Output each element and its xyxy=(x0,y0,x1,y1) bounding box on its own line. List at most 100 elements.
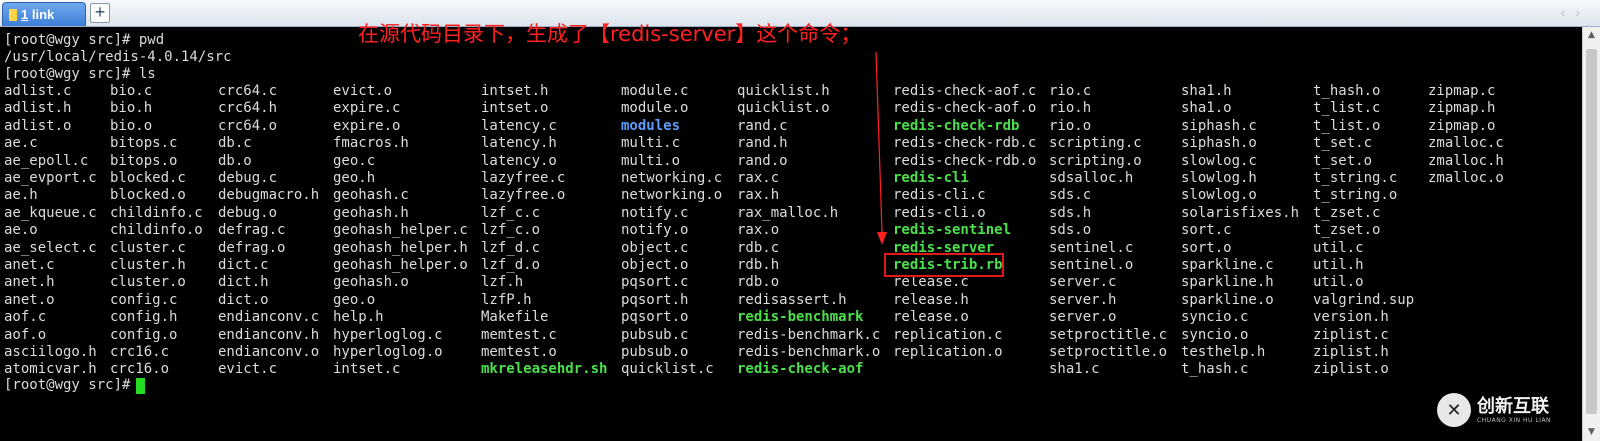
scroll-up-icon[interactable]: ▲ xyxy=(1583,27,1600,44)
ls-entry: redis-benchmark.o xyxy=(737,344,881,360)
ls-entry: object.c xyxy=(621,239,689,256)
ls-entry: anet.h xyxy=(4,274,55,291)
tab-scroll-arrows-icon[interactable]: ‹› xyxy=(1561,4,1590,20)
scroll-thumb[interactable] xyxy=(1586,49,1597,414)
ls-entry: redisassert.h xyxy=(737,291,847,308)
ls-entry: slowlog.h xyxy=(1181,170,1257,186)
ls-entry: module.c xyxy=(621,83,689,99)
ls-entry: rio.o xyxy=(1049,117,1092,134)
ls-entry: zipmap.o xyxy=(1428,117,1496,134)
ls-entry: sha1.c xyxy=(1049,361,1100,378)
ls-entry: aof.o xyxy=(4,326,47,343)
ls-entry: crc64.c xyxy=(218,83,278,99)
ls-entry: ae.o xyxy=(4,222,38,239)
terminal-line: [root@wgy src]# pwd xyxy=(4,32,165,48)
terminal-prompt: [root@wgy src]# xyxy=(4,377,139,393)
ls-entry: sparkline.o xyxy=(1181,291,1274,308)
ls-entry: redis-benchmark.c xyxy=(737,326,881,343)
ls-entry: expire.c xyxy=(333,100,401,117)
ls-entry: notify.c xyxy=(621,204,689,221)
ls-entry: ae_kqueue.c xyxy=(4,204,97,221)
ls-entry: debugmacro.h xyxy=(218,187,320,204)
ls-entry: fmacros.h xyxy=(333,135,409,152)
ls-entry: anet.c xyxy=(4,257,55,273)
ls-entry: mkreleasehdr.sh xyxy=(481,361,608,378)
ls-entry: geo.c xyxy=(333,152,376,169)
annotation-note: 在源代码目录下，生成了【redis-server】这个命令； xyxy=(358,22,862,46)
ls-entry: geohash.c xyxy=(333,187,409,204)
ls-entry: redis-cli.o xyxy=(893,204,986,221)
ls-entry: networking.o xyxy=(621,187,723,204)
ls-entry: t_list.c xyxy=(1313,100,1381,117)
ls-entry: multi.c xyxy=(621,135,681,152)
ls-entry: sds.o xyxy=(1049,222,1092,239)
ls-entry: rax_malloc.h xyxy=(737,204,839,221)
watermark-subtitle: CHUANG XIN HU LIAN xyxy=(1477,416,1552,424)
ls-entry: rax.c xyxy=(737,170,780,186)
ls-entry: blocked.c xyxy=(110,170,186,186)
ls-entry: pqsort.o xyxy=(621,309,689,326)
ls-entry: t_list.o xyxy=(1313,117,1381,134)
ls-entry: slowlog.o xyxy=(1181,187,1257,204)
tab-link[interactable]: 1 link xyxy=(2,2,86,26)
ls-entry: object.o xyxy=(621,257,689,273)
annotation-highlight-box xyxy=(884,253,1004,277)
ls-entry: adlist.o xyxy=(4,117,72,134)
ls-entry: setproctitle.c xyxy=(1049,326,1168,343)
ls-entry: sentinel.c xyxy=(1049,239,1134,256)
ls-entry: aof.c xyxy=(4,309,47,326)
ls-entry: geo.o xyxy=(333,291,376,308)
ls-entry: expire.o xyxy=(333,117,401,134)
ls-entry: redis-check-aof.o xyxy=(893,100,1037,117)
ls-entry: solarisfixes.h xyxy=(1181,204,1300,221)
ls-entry: sha1.o xyxy=(1181,100,1232,117)
ls-entry: lazyfree.o xyxy=(481,187,566,204)
ls-entry: lzf.h xyxy=(481,274,524,291)
ls-entry: latency.o xyxy=(481,152,557,169)
ls-entry: zmalloc.h xyxy=(1428,152,1504,169)
ls-entry: bio.h xyxy=(110,100,153,117)
watermark-logo-icon: ✕ xyxy=(1437,393,1471,427)
ls-entry: rio.h xyxy=(1049,100,1092,117)
ls-entry: endianconv.c xyxy=(218,309,320,326)
ls-entry: geohash.h xyxy=(333,204,409,221)
ls-entry: quicklist.c xyxy=(621,361,714,378)
terminal-output[interactable]: [root@wgy src]# pwd /usr/local/redis-4.0… xyxy=(0,27,1582,441)
ls-entry: setproctitle.o xyxy=(1049,344,1168,360)
ls-entry: endianconv.h xyxy=(218,326,320,343)
ls-entry: config.c xyxy=(110,291,178,308)
ls-entry: scripting.o xyxy=(1049,152,1142,169)
ls-entry: redis-benchmark xyxy=(737,309,864,326)
ls-entry: networking.c xyxy=(621,170,723,186)
ls-entry: blocked.o xyxy=(110,187,186,204)
ls-entry: replication.c xyxy=(893,326,1003,343)
ls-entry: sdsalloc.h xyxy=(1049,170,1134,186)
ls-entry: ae_evport.c xyxy=(4,170,97,186)
ls-entry: ae_epoll.c xyxy=(4,152,89,169)
ls-entry: redis-check-rdb xyxy=(893,117,1020,134)
ls-entry: anet.o xyxy=(4,291,55,308)
ls-entry: redis-check-rdb.c xyxy=(893,135,1037,152)
ls-entry: memtest.c xyxy=(481,326,557,343)
tab-status-icon xyxy=(9,8,17,21)
ls-entry: bitops.o xyxy=(110,152,178,169)
new-tab-button[interactable]: + xyxy=(90,3,110,23)
ls-entry: release.h xyxy=(893,291,969,308)
ls-entry: dict.h xyxy=(218,274,269,291)
ls-entry: siphash.o xyxy=(1181,135,1257,152)
tab-label: 1 link xyxy=(21,7,55,22)
terminal-scrollbar[interactable]: ▲ ▼ xyxy=(1582,27,1600,441)
ls-entry: memtest.o xyxy=(481,344,557,360)
ls-entry: db.c xyxy=(218,135,252,152)
ls-entry: bio.o xyxy=(110,117,153,134)
ls-entry: rax.h xyxy=(737,187,780,204)
ls-entry: crc16.c xyxy=(110,344,170,360)
ls-entry: hyperloglog.c xyxy=(333,326,443,343)
terminal-line: [root@wgy src]# ls xyxy=(4,66,156,82)
ls-entry: lzf_c.o xyxy=(481,222,541,239)
ls-entry: dict.c xyxy=(218,257,269,273)
ls-entry: zmalloc.o xyxy=(1428,170,1504,186)
watermark-title: 创新互联 xyxy=(1477,395,1549,417)
ls-entry: evict.c xyxy=(218,361,278,378)
ls-entry: quicklist.o xyxy=(737,100,830,117)
